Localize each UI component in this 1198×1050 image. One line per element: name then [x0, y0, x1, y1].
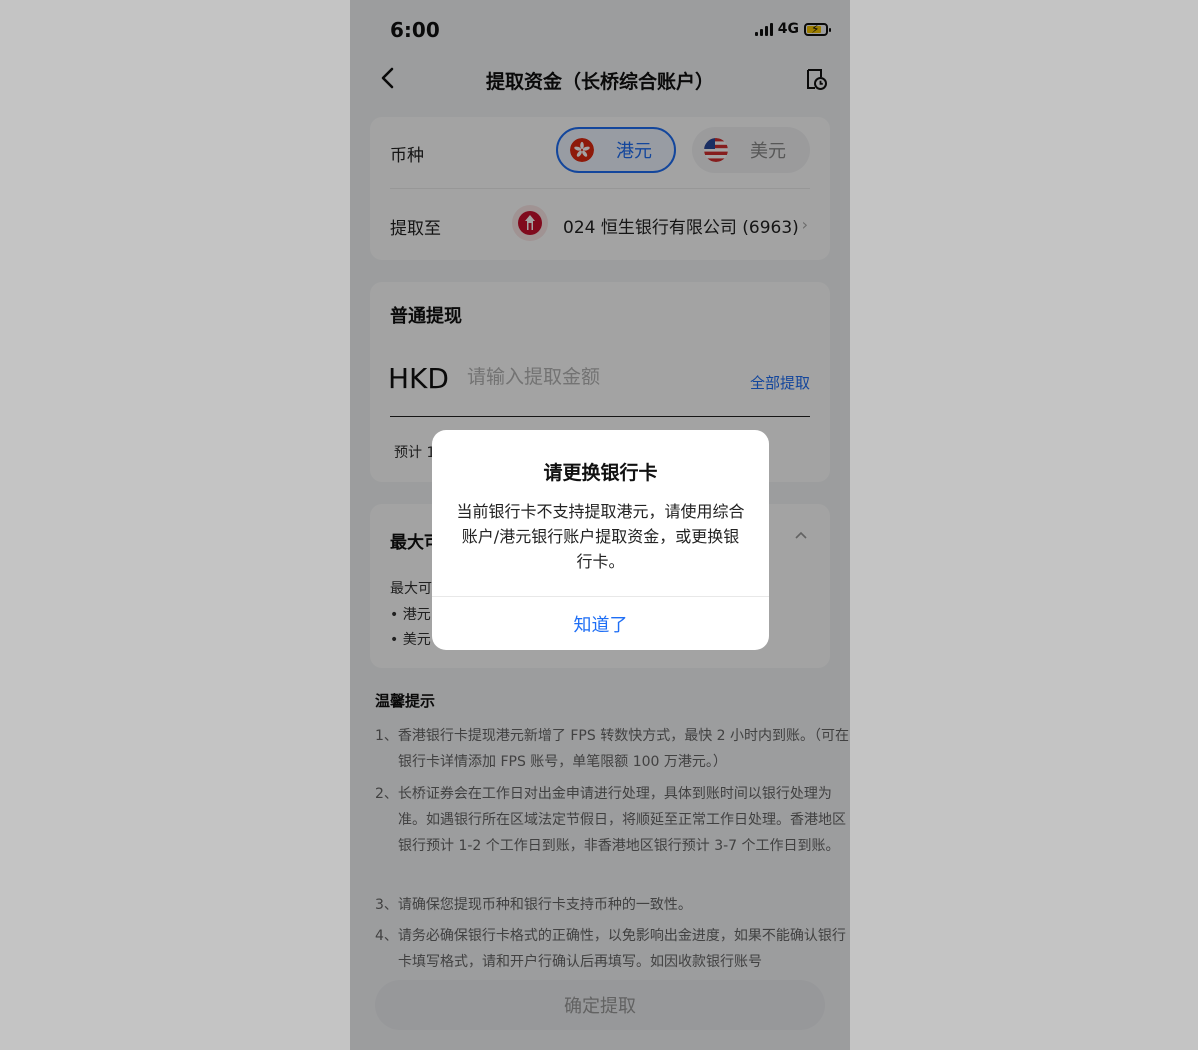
change-bank-card-dialog: 请更换银行卡 当前银行卡不支持提取港元，请使用综合账户/港元银行账户提取资金，或… [432, 430, 769, 650]
got-it-button[interactable]: 知道了 [432, 597, 769, 650]
dialog-message: 当前银行卡不支持提取港元，请使用综合账户/港元银行账户提取资金，或更换银行卡。 [456, 502, 745, 571]
dialog-title: 请更换银行卡 [543, 462, 658, 484]
